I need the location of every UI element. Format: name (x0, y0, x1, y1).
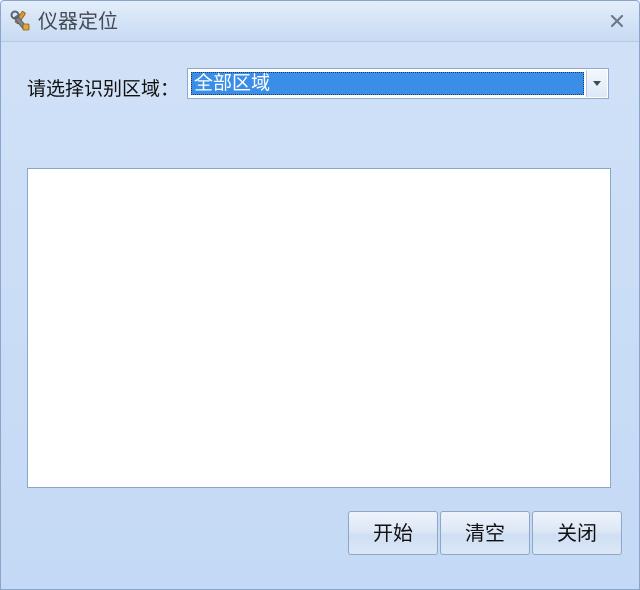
start-button[interactable]: 开始 (348, 511, 438, 555)
window-title: 仪器定位 (38, 9, 118, 33)
dialog-window: 仪器定位 请选择识别区域： 全部区域 开始 清空 关闭 (0, 0, 640, 590)
dialog-body: 请选择识别区域： 全部区域 开始 清空 关闭 (1, 42, 639, 589)
tools-icon (9, 10, 31, 32)
close-icon[interactable] (609, 13, 625, 29)
area-select-dropdown[interactable]: 全部区域 (187, 68, 609, 99)
chevron-down-icon[interactable] (586, 70, 607, 97)
title-bar[interactable]: 仪器定位 (1, 1, 639, 42)
close-button[interactable]: 关闭 (532, 511, 622, 555)
clear-button[interactable]: 清空 (440, 511, 530, 555)
result-list[interactable] (27, 168, 611, 488)
area-select-value[interactable]: 全部区域 (191, 72, 584, 95)
area-select-label: 请选择识别区域： (27, 78, 180, 100)
